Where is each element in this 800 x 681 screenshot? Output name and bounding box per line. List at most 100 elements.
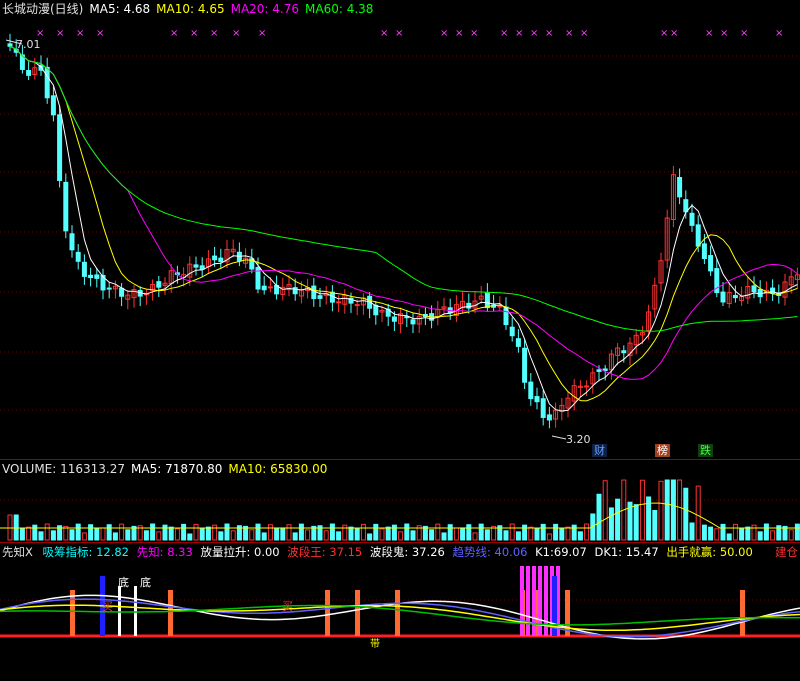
candle-body (212, 255, 218, 261)
volume-bar (584, 523, 590, 541)
indicator-bar-orange (168, 590, 173, 636)
candle-body (621, 350, 627, 354)
volume-bar (360, 523, 366, 541)
volume-bar (602, 480, 608, 541)
indicator-name[interactable]: 先知X (2, 545, 33, 559)
candle-body (596, 369, 602, 372)
volume-bar (658, 480, 664, 541)
volume-bar (571, 524, 577, 541)
volume-bar (714, 528, 720, 541)
candle-body (57, 114, 63, 181)
flag-bang[interactable]: 榜 (655, 444, 670, 457)
volume-bar (286, 524, 292, 541)
candle-body (751, 285, 757, 293)
candle-body (336, 301, 342, 304)
x-mark: × (56, 28, 64, 39)
indicator-bar-white (134, 586, 137, 636)
candle-body (26, 70, 32, 76)
indicator-bar-orange (565, 590, 570, 636)
volume-bar (763, 523, 769, 541)
volume-bar (323, 530, 329, 541)
volume-bar (689, 522, 695, 541)
volume-bar (639, 479, 645, 541)
candle-body (44, 66, 50, 99)
volume-bar (150, 523, 156, 541)
indicator-bar-orange (740, 590, 745, 636)
volume-bar (478, 523, 484, 541)
volume-bar (708, 526, 714, 541)
volume-bar (615, 498, 621, 541)
volume-bar (336, 531, 342, 541)
volume-bar (794, 523, 800, 541)
volume-bar (447, 524, 453, 541)
volume-bar (261, 532, 267, 541)
volume-bar (670, 479, 676, 541)
label-dai: 带 (370, 639, 380, 650)
volume-bar (515, 531, 521, 541)
volume-bar (522, 524, 528, 541)
candle-body (689, 212, 695, 226)
volume-bar (509, 523, 515, 541)
volume-bar (32, 524, 38, 541)
x-mark: × (580, 28, 588, 39)
low-price-label: 3.20 (566, 433, 591, 446)
label-di-1: 底 (118, 576, 129, 589)
volume-bar (267, 524, 273, 541)
candle-body (317, 295, 323, 299)
volume-bar (745, 526, 751, 541)
volume-bar (50, 530, 56, 541)
candle-body (546, 414, 552, 421)
volume-bar (379, 528, 385, 541)
ma-line (9, 45, 798, 402)
x-mark: × (775, 28, 783, 39)
label-buy-1: 买 (102, 600, 113, 613)
volume-bar (373, 523, 379, 541)
volume-bar (652, 510, 658, 541)
volume-bar (664, 479, 670, 541)
x-mark: × (660, 28, 668, 39)
ind-fangliang: 放量拉升: 0.00 (200, 545, 280, 559)
flag-die[interactable]: 跌 (698, 444, 713, 457)
volume-bar (230, 530, 236, 541)
x-mark: × (232, 28, 240, 39)
candle-body (584, 385, 590, 388)
candlesticks (7, 33, 800, 429)
x-mark: × (670, 28, 678, 39)
volume-bar (528, 526, 534, 541)
x-mark: × (530, 28, 538, 39)
volume-bar (472, 532, 478, 541)
label-buy-2: 买 (282, 600, 293, 613)
x-mark: × (258, 28, 266, 39)
candle-body (720, 291, 726, 303)
indicator-header: 先知X 吸筹指标: 12.82 先知: 8.33 放量拉升: 0.00 波段王:… (2, 544, 757, 560)
volume-bar (726, 533, 732, 541)
volume-bar (466, 524, 472, 541)
ind-dk1: DK1: 15.47 (594, 545, 659, 559)
x-mark: × (515, 28, 523, 39)
volume-bar (770, 530, 776, 541)
volume-bar (429, 529, 435, 541)
candle-body (69, 233, 75, 251)
volume-bar (596, 493, 602, 541)
x-mark: × (705, 28, 713, 39)
volume-bar (633, 504, 639, 541)
flag-cai[interactable]: 财 (592, 444, 607, 457)
volume-bar (143, 530, 149, 541)
x-mark: × (210, 28, 218, 39)
volume-bar (119, 523, 125, 541)
ind-chushou: 出手就赢: 50.00 (666, 545, 753, 559)
volume-bar (410, 530, 416, 541)
volume-bar (695, 485, 701, 541)
candle-body (119, 287, 125, 297)
candle-body (708, 255, 714, 272)
candle-body (509, 326, 515, 337)
indicator-bar-magenta (526, 566, 530, 636)
volume-bar (348, 526, 354, 541)
volume-bar (503, 530, 509, 541)
volume-bar (156, 531, 162, 541)
candle-body (156, 281, 162, 288)
candle-body (193, 264, 199, 268)
indicator-bar-magenta (532, 566, 536, 636)
volume-bar (181, 523, 187, 541)
candle-body (218, 257, 224, 262)
